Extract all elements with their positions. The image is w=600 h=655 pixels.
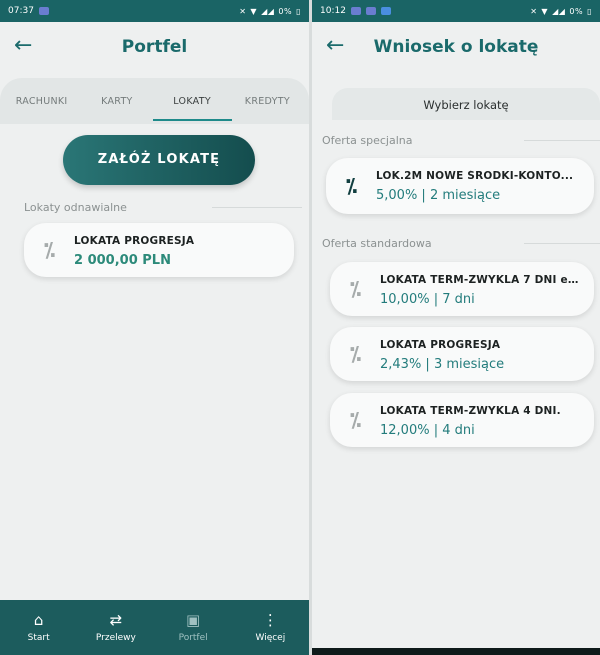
page-title: Wniosek o lokatę: [373, 37, 539, 57]
bottom-navigation: ⌂ Start ⇄ Przelewy ▣ Portfel ⋮ Więcej: [0, 600, 309, 655]
percent-icon: ⁒: [350, 342, 362, 366]
portfel-screen: 07:37 ✕ ▼ ◢◢ 0% ▯ ← Portfel RACHUNKI KAR…: [0, 0, 309, 655]
battery-icon: ▯: [587, 6, 592, 16]
back-arrow-icon[interactable]: ←: [14, 34, 38, 58]
tab-rachunki[interactable]: RACHUNKI: [4, 96, 79, 107]
tab-kredyty[interactable]: KREDYTY: [230, 96, 305, 107]
offer-rate: 2,43% | 3 miesiące: [380, 357, 505, 372]
offer-rate: 12,00% | 4 dni: [380, 423, 475, 438]
nav-label: Więcej: [255, 632, 286, 643]
nav-label: Portfel: [178, 632, 208, 643]
percent-icon: ⁒: [44, 238, 56, 262]
tab-karty[interactable]: KARTY: [79, 96, 154, 107]
deposit-card[interactable]: ⁒ LOKATA PROGRESJA 2 000,00 PLN: [24, 223, 294, 277]
offer-card[interactable]: ⁒ LOKATA TERM-ZWYKLA 4 DNI. 12,00% | 4 d…: [330, 393, 594, 447]
transfer-icon: ⇄: [109, 610, 123, 629]
notification-icon: [38, 7, 49, 15]
battery-level: 0%: [569, 6, 584, 16]
wifi-icon: ▼: [250, 6, 258, 16]
nav-label: Start: [27, 632, 50, 643]
back-arrow-icon[interactable]: ←: [326, 34, 350, 58]
battery-icon: ▯: [296, 6, 301, 16]
status-time: 07:37: [8, 6, 34, 16]
nav-portfel[interactable]: ▣ Portfel: [155, 600, 232, 655]
notification-icon: [350, 7, 361, 15]
nav-start[interactable]: ⌂ Start: [0, 600, 77, 655]
deposit-name: LOKATA PROGRESJA: [74, 235, 195, 247]
more-vertical-icon: ⋮: [262, 610, 278, 629]
open-deposit-button[interactable]: ZAŁÓŻ LOKATĘ: [63, 135, 255, 185]
wallet-icon: ▣: [186, 610, 201, 629]
section-label-standard: Oferta standardowa: [322, 237, 432, 250]
page-title: Portfel: [121, 37, 188, 57]
offer-name: LOKATA PROGRESJA: [380, 339, 501, 351]
section-divider: [212, 207, 302, 208]
deposit-amount: 2 000,00 PLN: [74, 253, 171, 268]
offer-card[interactable]: ⁒ LOKATA TERM-ZWYKLA 7 DNI eu... 10,00% …: [330, 262, 594, 316]
mute-icon: ✕: [530, 6, 538, 16]
offer-rate: 5,00% | 2 miesiące: [376, 188, 501, 203]
signal-icon: ◢◢: [261, 6, 275, 16]
nav-przelewy[interactable]: ⇄ Przelewy: [77, 600, 154, 655]
mute-icon: ✕: [239, 6, 247, 16]
section-divider: [524, 140, 600, 141]
section-label-renewable: Lokaty odnawialne: [24, 201, 127, 214]
bottom-area: [312, 600, 600, 655]
home-icon: ⌂: [33, 610, 44, 629]
nav-label: Przelewy: [95, 632, 136, 643]
choose-deposit-header: Wybierz lokatę: [332, 88, 600, 120]
status-time: 10:12: [320, 6, 346, 16]
offer-rate: 10,00% | 7 dni: [380, 292, 475, 307]
status-bar: 10:12 ✕ ▼ ◢◢ 0% ▯: [312, 0, 600, 22]
offer-card-special[interactable]: ⁒ LOK.2M NOWE ŚRODKI-KONTO... 5,00% | 2 …: [326, 158, 594, 214]
percent-icon: ⁒: [350, 408, 362, 432]
wifi-icon: ▼: [541, 6, 549, 16]
app-bar: ← Portfel: [0, 22, 309, 72]
section-divider: [524, 243, 600, 244]
tab-lokaty[interactable]: LOKATY: [152, 96, 233, 121]
bluetooth-icon: [380, 7, 391, 15]
offer-name: LOKATA TERM-ZWYKLA 7 DNI eu...: [380, 274, 585, 286]
battery-level: 0%: [278, 6, 293, 16]
signal-icon: ◢◢: [552, 6, 566, 16]
percent-icon: ⁒: [346, 174, 358, 198]
system-nav-strip: [312, 648, 600, 655]
mail-icon: [365, 7, 376, 15]
section-label-special: Oferta specjalna: [322, 134, 413, 147]
offer-name: LOKATA TERM-ZWYKLA 4 DNI.: [380, 405, 561, 417]
nav-wiecej[interactable]: ⋮ Więcej: [232, 600, 309, 655]
app-bar: ← Wniosek o lokatę: [312, 22, 600, 72]
offer-name: LOK.2M NOWE ŚRODKI-KONTO...: [376, 170, 574, 182]
tab-bar: RACHUNKI KARTY LOKATY KREDYTY: [0, 78, 309, 124]
deposit-application-screen: 10:12 ✕ ▼ ◢◢ 0% ▯ ← Wniosek o lokatę Wyb…: [312, 0, 600, 655]
offer-card[interactable]: ⁒ LOKATA PROGRESJA 2,43% | 3 miesiące: [330, 327, 594, 381]
status-bar: 07:37 ✕ ▼ ◢◢ 0% ▯: [0, 0, 309, 22]
percent-icon: ⁒: [350, 277, 362, 301]
